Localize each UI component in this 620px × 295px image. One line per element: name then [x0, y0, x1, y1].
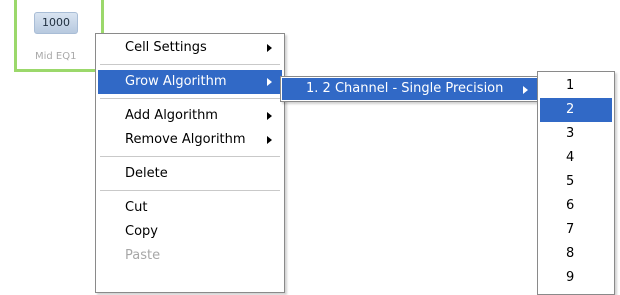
menu-item-label: Add Algorithm [125, 108, 218, 123]
menu-item-remove-algorithm[interactable]: Remove Algorithm [98, 128, 282, 152]
menu-item-label: 2 [566, 102, 575, 117]
submenu-arrow-icon [267, 44, 272, 52]
menu-item-label: Copy [125, 224, 158, 239]
menu-item-label: 3 [566, 126, 575, 141]
channel-option-7[interactable]: 7 [540, 218, 612, 242]
menu-item-copy[interactable]: Copy [98, 220, 282, 244]
channel-option-4[interactable]: 4 [540, 146, 612, 170]
menu-item-label: Paste [125, 248, 161, 263]
channel-option-6[interactable]: 6 [540, 194, 612, 218]
menu-separator [100, 156, 280, 158]
submenu-arrow-icon [267, 136, 272, 144]
menu-item-cell-settings[interactable]: Cell Settings [98, 36, 282, 60]
submenu-item-2-channel-single-precision[interactable]: 1. 2 Channel - Single Precision [282, 78, 538, 100]
menu-item-cut[interactable]: Cut [98, 196, 282, 220]
menu-item-label: 4 [566, 150, 575, 165]
cell-value-badge[interactable]: 1000 [34, 12, 78, 34]
menu-item-label: 6 [566, 198, 575, 213]
menu-item-label: Cut [125, 200, 148, 215]
channel-count-submenu: 1 2 3 4 5 6 7 8 9 [537, 71, 615, 295]
submenu-arrow-icon [267, 112, 272, 120]
menu-separator [100, 190, 280, 192]
cell-label: Mid EQ1 [35, 51, 77, 62]
menu-item-paste: Paste [98, 244, 282, 268]
channel-option-1[interactable]: 1 [540, 74, 612, 98]
submenu-arrow-icon [523, 86, 528, 94]
menu-item-label: 1. 2 Channel - Single Precision [306, 81, 504, 96]
channel-option-5[interactable]: 5 [540, 170, 612, 194]
menu-separator [100, 64, 280, 66]
channel-option-2[interactable]: 2 [540, 98, 612, 122]
menu-item-label: 8 [566, 246, 575, 261]
context-menu: Cell Settings Grow Algorithm Add Algorit… [95, 33, 285, 293]
menu-item-label: 7 [566, 222, 575, 237]
menu-item-grow-algorithm[interactable]: Grow Algorithm [98, 70, 282, 94]
menu-separator [100, 98, 280, 100]
menu-item-label: 1 [566, 78, 575, 93]
menu-item-label: 5 [566, 174, 575, 189]
grow-algorithm-submenu: 1. 2 Channel - Single Precision [280, 76, 540, 102]
channel-option-3[interactable]: 3 [540, 122, 612, 146]
menu-item-label: Cell Settings [125, 40, 207, 55]
menu-item-label: Grow Algorithm [125, 74, 227, 89]
canvas: 1000 Mid EQ1 Cell Settings Grow Algorith… [0, 0, 620, 295]
menu-item-label: Remove Algorithm [125, 132, 246, 147]
menu-item-label: 9 [566, 270, 575, 285]
menu-item-label: Delete [125, 166, 168, 181]
menu-item-add-algorithm[interactable]: Add Algorithm [98, 104, 282, 128]
menu-item-delete[interactable]: Delete [98, 162, 282, 186]
submenu-arrow-icon [267, 78, 272, 86]
channel-option-9[interactable]: 9 [540, 266, 612, 290]
channel-option-8[interactable]: 8 [540, 242, 612, 266]
algorithm-cell[interactable]: 1000 Mid EQ1 [14, 0, 104, 72]
